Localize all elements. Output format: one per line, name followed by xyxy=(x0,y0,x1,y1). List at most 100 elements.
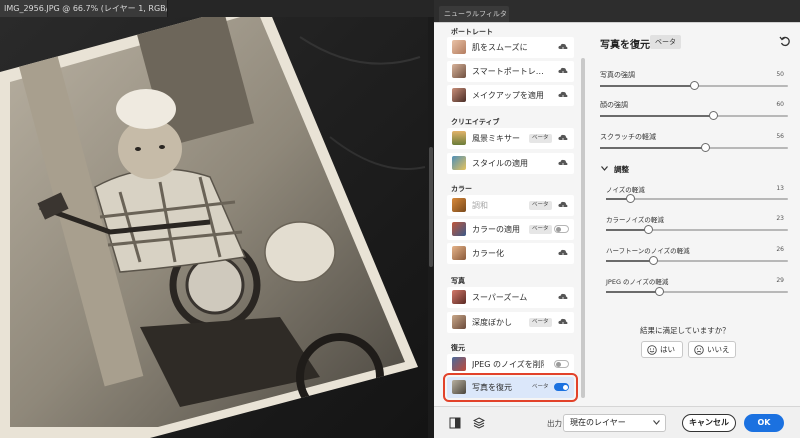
portrait-thumbnail-icon xyxy=(452,40,466,54)
cloud-download-icon[interactable] xyxy=(558,67,568,75)
feedback-yes-button[interactable]: はい xyxy=(641,341,683,358)
noise-reduction-slider[interactable] xyxy=(606,194,788,203)
filter-item-depth-blur[interactable]: 深度ぼかし ベータ xyxy=(447,312,574,333)
beta-badge: ベータ xyxy=(529,225,552,234)
filter-label: スタイルの適用 xyxy=(472,159,528,168)
filter-label: スマートポートレ… xyxy=(472,67,544,76)
slider-handle[interactable] xyxy=(654,287,664,296)
filter-item-landscape-mixer[interactable]: 風景ミキサー ベータ xyxy=(447,128,574,149)
category-portrait: ポートレート xyxy=(451,28,493,36)
feedback-question: 結果に満足していますか？ xyxy=(640,326,730,335)
jpeg-thumbnail-icon xyxy=(452,357,466,371)
super-zoom-thumbnail-icon xyxy=(452,290,466,304)
style-thumbnail-icon xyxy=(452,156,466,170)
portrait-thumbnail-icon xyxy=(452,88,466,102)
cloud-download-icon[interactable] xyxy=(558,201,568,209)
portrait-thumbnail-icon xyxy=(452,64,466,78)
cloud-download-icon[interactable] xyxy=(558,91,568,99)
cloud-download-icon[interactable] xyxy=(558,134,568,142)
color-noise-reduction-slider[interactable] xyxy=(606,225,788,234)
filter-item-super-zoom[interactable]: スーパーズーム xyxy=(447,287,574,308)
slider-value: 60 xyxy=(776,101,784,108)
jpeg-noise-reduction-slider[interactable] xyxy=(606,287,788,296)
depth-blur-thumbnail-icon xyxy=(452,315,466,329)
chevron-down-icon[interactable] xyxy=(601,166,608,171)
frown-icon xyxy=(694,345,704,355)
adjust-section-label[interactable]: 調整 xyxy=(614,164,629,175)
ok-button[interactable]: OK xyxy=(744,414,784,432)
slider-label: ハーフトーンのノイズの軽減 xyxy=(606,247,690,255)
filter-label: スーパーズーム xyxy=(472,293,528,302)
filter-settings: 写真を復元 ベータ 写真の強調 50 顔の強調 60 スクラッチの軽減 56 調… xyxy=(590,22,800,406)
canvas[interactable] xyxy=(0,17,428,438)
filter-toggle[interactable] xyxy=(554,360,569,368)
cloud-download-icon[interactable] xyxy=(558,293,568,301)
filter-item-colorize[interactable]: カラー化 xyxy=(447,243,574,264)
cloud-download-icon[interactable] xyxy=(558,318,568,326)
filter-label: 肌をスムーズに xyxy=(472,43,528,52)
filter-item-harmonize[interactable]: 調和 ベータ xyxy=(447,195,574,216)
slider-handle[interactable] xyxy=(701,143,711,152)
cloud-download-icon[interactable] xyxy=(558,43,568,51)
slider-handle[interactable] xyxy=(643,225,653,234)
cloud-download-icon[interactable] xyxy=(558,249,568,257)
filter-item-photo-restoration[interactable]: 写真を復元 ベータ xyxy=(443,373,578,402)
landscape-thumbnail-icon xyxy=(452,131,466,145)
photo-restoration-thumbnail-icon xyxy=(452,380,466,394)
beta-badge: ベータ xyxy=(529,201,552,210)
colorize-thumbnail-icon xyxy=(452,246,466,260)
beta-badge: ベータ xyxy=(529,134,552,143)
output-select-value: 現在のレイヤー xyxy=(570,418,626,427)
slider-label: 写真の強調 xyxy=(600,71,635,79)
slider-value: 13 xyxy=(776,185,784,192)
slider-handle[interactable] xyxy=(649,256,659,265)
slider-label: スクラッチの軽減 xyxy=(600,133,656,141)
filter-list: ポートレート 肌をスムーズに スマートポートレ… メイクアップを適用 クリエイテ… xyxy=(442,22,578,406)
layers-icon[interactable] xyxy=(473,417,485,429)
photoshop-window: IMG_2956.JPG @ 66.7% (レイヤー 1, RGB/8*) * xyxy=(0,0,800,438)
beta-badge: ベータ xyxy=(532,384,549,390)
filter-item-makeup[interactable]: メイクアップを適用 xyxy=(447,85,574,106)
slider-handle[interactable] xyxy=(708,111,718,120)
cloud-download-icon[interactable] xyxy=(558,159,568,167)
photo-image xyxy=(0,17,428,438)
output-select[interactable]: 現在のレイヤー xyxy=(563,414,666,432)
slider-value: 26 xyxy=(776,246,784,253)
reset-icon[interactable] xyxy=(779,35,791,47)
feedback-no-label: いいえ xyxy=(707,345,730,354)
slider-label: JPEG のノイズの軽減 xyxy=(606,278,669,286)
filter-list-scrollbar[interactable] xyxy=(581,58,585,398)
feedback-yes-label: はい xyxy=(660,345,675,354)
filter-item-smooth-skin[interactable]: 肌をスムーズに xyxy=(447,37,574,58)
beta-badge: ベータ xyxy=(529,318,552,327)
filter-label: メイクアップを適用 xyxy=(472,91,544,100)
feedback-no-button[interactable]: いいえ xyxy=(688,341,736,358)
cancel-button[interactable]: キャンセル xyxy=(682,414,736,432)
document-tab[interactable]: IMG_2956.JPG @ 66.7% (レイヤー 1, RGB/8*) * xyxy=(0,0,168,17)
neural-filters-tab[interactable]: ニューラルフィルター xyxy=(439,6,509,34)
filter-item-color-transfer[interactable]: カラーの適用 ベータ xyxy=(447,219,574,240)
beta-badge: ベータ xyxy=(650,35,681,49)
category-color: カラー xyxy=(451,185,472,193)
slider-handle[interactable] xyxy=(690,81,699,90)
filter-toggle[interactable] xyxy=(554,383,569,391)
filter-item-smart-portrait[interactable]: スマートポートレ… xyxy=(447,61,574,82)
slider-label: カラーノイズの軽減 xyxy=(606,216,664,224)
photo-enhance-slider[interactable] xyxy=(600,81,788,90)
output-label: 出力 xyxy=(547,419,562,428)
filter-item-jpeg-artifacts[interactable]: JPEG のノイズを削除 xyxy=(447,354,574,375)
slider-label: 顔の強調 xyxy=(600,101,628,109)
harmonize-thumbnail-icon xyxy=(452,198,466,212)
slider-handle[interactable] xyxy=(625,194,635,203)
face-enhance-slider[interactable] xyxy=(600,111,788,120)
halftone-noise-reduction-slider[interactable] xyxy=(606,256,788,265)
slider-value: 50 xyxy=(776,71,784,78)
preview-toggle-icon[interactable] xyxy=(449,417,461,429)
filter-toggle[interactable] xyxy=(554,225,569,233)
slider-value: 56 xyxy=(776,133,784,140)
filter-item-style-transfer[interactable]: スタイルの適用 xyxy=(447,153,574,174)
color-transfer-thumbnail-icon xyxy=(452,222,466,236)
scratch-reduction-slider[interactable] xyxy=(600,143,788,152)
chevron-down-icon xyxy=(653,420,660,425)
category-photo: 写真 xyxy=(451,277,465,285)
